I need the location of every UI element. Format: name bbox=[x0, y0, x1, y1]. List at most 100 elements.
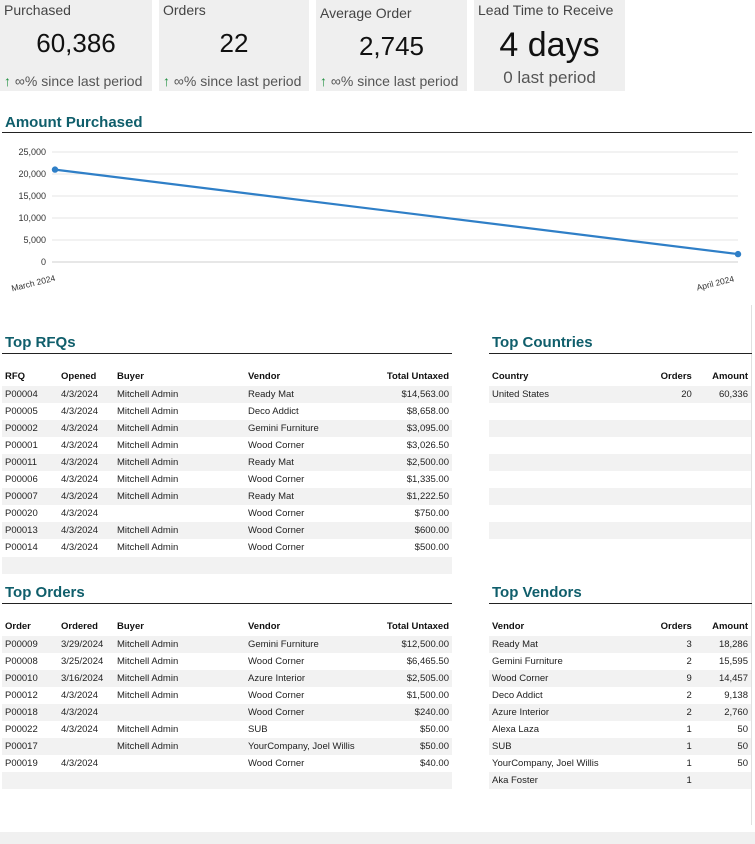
total-cell: $750.00 bbox=[414, 508, 449, 519]
rfq-link[interactable]: P00002 bbox=[2, 420, 58, 437]
rfq-link[interactable]: P00020 bbox=[2, 505, 58, 522]
rfq-link[interactable]: P00004 bbox=[2, 386, 58, 403]
table-row[interactable]: Wood Corner 9 14,457 bbox=[489, 670, 751, 687]
table-row[interactable]: Aka Foster 1 bbox=[489, 772, 751, 789]
col-orders[interactable]: Orders bbox=[645, 616, 695, 636]
col-amount[interactable]: Amount bbox=[695, 616, 751, 636]
col-order[interactable]: Order bbox=[2, 616, 58, 636]
rfq-link[interactable]: P00006 bbox=[2, 471, 58, 488]
order-link[interactable]: P00012 bbox=[2, 687, 58, 704]
table-row[interactable]: P00007 4/3/2024 Mitchell Admin Ready Mat $1,… bbox=[2, 488, 452, 505]
table-row[interactable]: P00013 4/3/2024 Mitchell Admin Wood Corner $… bbox=[2, 522, 452, 539]
total-cell: $6,465.50 bbox=[406, 656, 449, 667]
empty-row bbox=[489, 488, 751, 505]
table-row[interactable]: P00018 4/3/2024 Wood Corner $240.00 bbox=[2, 704, 452, 721]
ordered-cell: 4/3/2024 bbox=[61, 724, 98, 735]
table-row[interactable]: P00017 Mitchell Admin YourCompany, Joel Wi… bbox=[2, 738, 452, 755]
order-link[interactable]: P00018 bbox=[2, 704, 58, 721]
table-row[interactable]: United States 20 60,336 bbox=[489, 386, 751, 403]
col-opened[interactable]: Opened bbox=[58, 366, 114, 386]
vendor-link[interactable]: Aka Foster bbox=[489, 772, 645, 789]
order-link[interactable]: P00019 bbox=[2, 755, 58, 772]
table-row[interactable]: Ready Mat 3 18,286 bbox=[489, 636, 751, 653]
col-total-untaxed[interactable]: Total Untaxed bbox=[371, 366, 452, 386]
vendor-link[interactable]: Wood Corner bbox=[489, 670, 645, 687]
col-ordered[interactable]: Ordered bbox=[58, 616, 114, 636]
table-row[interactable]: P00001 4/3/2024 Mitchell Admin Wood Corner $… bbox=[2, 437, 452, 454]
order-link[interactable]: P00009 bbox=[2, 636, 58, 653]
table-row[interactable]: Azure Interior 2 2,760 bbox=[489, 704, 751, 721]
table-row[interactable]: P00012 4/3/2024 Mitchell Admin Wood Corner $… bbox=[2, 687, 452, 704]
table-row[interactable]: P00020 4/3/2024 Wood Corner $750.00 bbox=[2, 505, 452, 522]
x-tick-label: April 2024 bbox=[695, 274, 735, 293]
kpi-lead-time[interactable]: Lead Time to Receive 4 days 0 last perio… bbox=[474, 0, 625, 91]
col-vendor[interactable]: Vendor bbox=[489, 616, 645, 636]
kpi-value: 22 bbox=[219, 28, 249, 58]
col-total-untaxed[interactable]: Total Untaxed bbox=[371, 616, 452, 636]
table-row[interactable]: P00009 3/29/2024 Mitchell Admin Gemini Furn… bbox=[2, 636, 452, 653]
table-row[interactable]: P00006 4/3/2024 Mitchell Admin Wood Corner $… bbox=[2, 471, 452, 488]
table-row[interactable]: P00004 4/3/2024 Mitchell Admin Ready Mat $14… bbox=[2, 386, 452, 403]
order-link[interactable]: P00017 bbox=[2, 738, 58, 755]
total-cell: $1,500.00 bbox=[406, 690, 449, 701]
table-row[interactable]: Deco Addict 2 9,138 bbox=[489, 687, 751, 704]
rfq-link[interactable]: P00014 bbox=[2, 539, 58, 556]
amount-purchased-chart[interactable]: 25,000 20,000 15,000 10,000 5,000 0 March 202… bbox=[0, 140, 752, 300]
kpi-orders[interactable]: Orders 22 ↑ ∞% since last period bbox=[159, 0, 309, 91]
table-row[interactable]: P00010 3/16/2024 Mitchell Admin Azure Inter… bbox=[2, 670, 452, 687]
vendor-cell: Azure Interior bbox=[245, 670, 371, 687]
table-row[interactable]: Gemini Furniture 2 15,595 bbox=[489, 653, 751, 670]
col-buyer[interactable]: Buyer bbox=[114, 616, 245, 636]
data-point[interactable] bbox=[51, 166, 59, 173]
order-link[interactable]: P00022 bbox=[2, 721, 58, 738]
order-link[interactable]: P00008 bbox=[2, 653, 58, 670]
section-title-top-rfqs: Top RFQs bbox=[5, 334, 76, 351]
table-row[interactable]: P00022 4/3/2024 Mitchell Admin SUB $50.00 bbox=[2, 721, 452, 738]
total-cell: $3,095.00 bbox=[371, 420, 452, 437]
vendor-cell: Wood Corner bbox=[248, 656, 305, 667]
amount-cell: 15,595 bbox=[718, 656, 748, 667]
vendor-link[interactable]: Deco Addict bbox=[489, 687, 645, 704]
col-vendor[interactable]: Vendor bbox=[245, 366, 371, 386]
rfq-link[interactable]: P00011 bbox=[2, 454, 58, 471]
vendor-link[interactable]: YourCompany, Joel Willis bbox=[489, 755, 645, 772]
vendor-link[interactable]: SUB bbox=[489, 738, 645, 755]
col-country[interactable]: Country bbox=[489, 366, 645, 386]
kpi-purchased[interactable]: Purchased 60,386 ↑ ∞% since last period bbox=[0, 0, 152, 91]
table-row[interactable]: P00008 3/25/2024 Mitchell Admin Wood Corner… bbox=[2, 653, 452, 670]
col-vendor[interactable]: Vendor bbox=[245, 616, 371, 636]
buyer-cell: Mitchell Admin bbox=[114, 454, 245, 471]
kpi-average-order[interactable]: Average Order 2,745 ↑ ∞% since last peri… bbox=[316, 0, 467, 91]
table-row[interactable]: P00002 4/3/2024 Mitchell Admin Gemini Furni… bbox=[2, 420, 452, 437]
y-tick-label: 10,000 bbox=[18, 213, 46, 223]
vendor-link[interactable]: Gemini Furniture bbox=[489, 653, 645, 670]
data-point[interactable] bbox=[734, 250, 742, 258]
vendor-cell: Wood Corner bbox=[248, 474, 305, 485]
amount-cell bbox=[694, 772, 751, 789]
chart-series bbox=[51, 166, 742, 258]
rfq-link[interactable]: P00001 bbox=[2, 437, 58, 454]
amount-cell: 2,760 bbox=[694, 704, 751, 721]
order-link[interactable]: P00010 bbox=[2, 670, 58, 687]
table-row[interactable]: P00014 4/3/2024 Mitchell Admin Wood Corner $… bbox=[2, 539, 452, 556]
vendor-link[interactable]: Alexa Laza bbox=[489, 721, 645, 738]
rfq-link[interactable]: P00005 bbox=[2, 403, 58, 420]
buyer-cell: Mitchell Admin bbox=[117, 440, 179, 451]
rfq-link[interactable]: P00013 bbox=[2, 522, 58, 539]
table-row[interactable]: YourCompany, Joel Willis 1 50 bbox=[489, 755, 751, 772]
kpi-title: Average Order bbox=[320, 5, 412, 21]
vendor-cell: YourCompany, Joel Willis bbox=[245, 738, 371, 755]
col-rfq[interactable]: RFQ bbox=[2, 366, 58, 386]
rfq-link[interactable]: P00007 bbox=[2, 488, 58, 505]
table-row[interactable]: P00005 4/3/2024 Mitchell Admin Deco Addict $… bbox=[2, 403, 452, 420]
col-buyer[interactable]: Buyer bbox=[114, 366, 245, 386]
table-row[interactable]: P00019 4/3/2024 Wood Corner $40.00 bbox=[2, 755, 452, 772]
table-row[interactable]: P00011 4/3/2024 Mitchell Admin Ready Mat $2,… bbox=[2, 454, 452, 471]
vendor-link[interactable]: Ready Mat bbox=[489, 636, 645, 653]
table-row[interactable]: SUB 1 50 bbox=[489, 738, 751, 755]
country-link[interactable]: United States bbox=[489, 386, 645, 403]
table-row[interactable]: Alexa Laza 1 50 bbox=[489, 721, 751, 738]
vendor-link[interactable]: Azure Interior bbox=[489, 704, 645, 721]
col-amount[interactable]: Amount bbox=[695, 366, 751, 386]
col-orders[interactable]: Orders bbox=[645, 366, 695, 386]
